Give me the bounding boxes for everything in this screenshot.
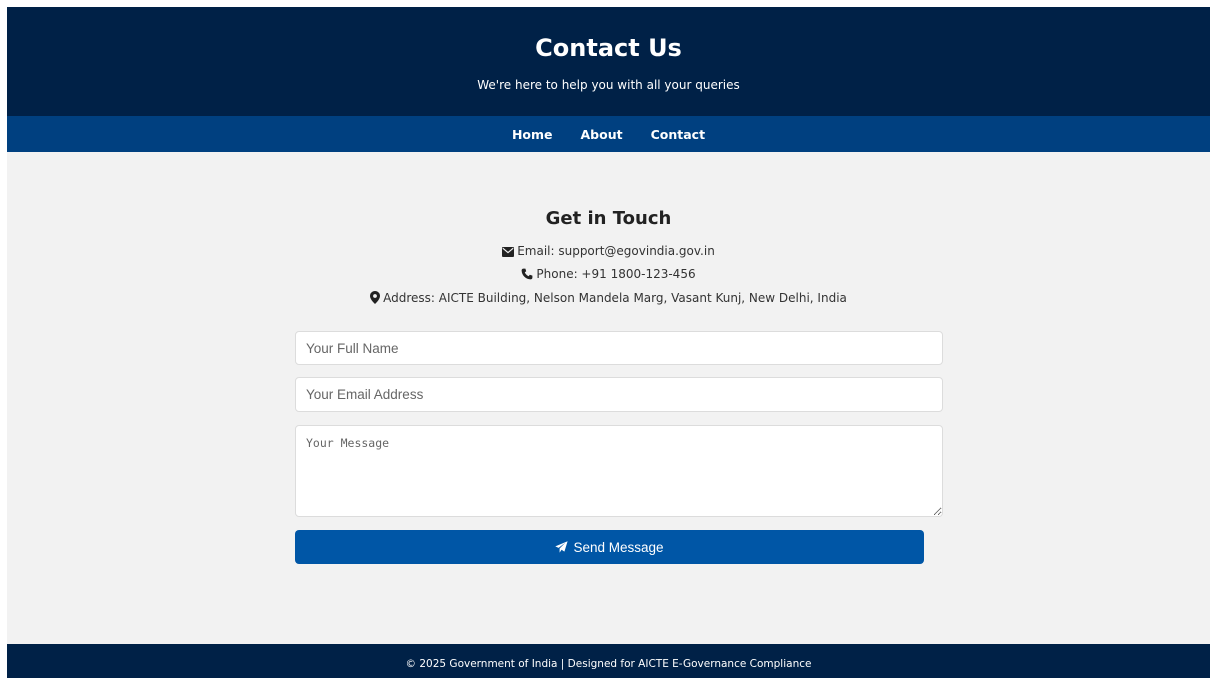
site-footer: © 2025 Government of India | Designed fo… bbox=[7, 644, 1210, 678]
contact-email: Email: support@egovindia.gov.in bbox=[7, 243, 1210, 259]
page-title: Contact Us bbox=[535, 34, 682, 62]
page-subtitle: We're here to help you with all your que… bbox=[477, 78, 740, 92]
envelope-icon bbox=[502, 247, 515, 257]
message-textarea[interactable] bbox=[295, 425, 943, 517]
page: Contact Us We're here to help you with a… bbox=[7, 7, 1210, 678]
contact-section: Get in Touch Email: support@egovindia.go… bbox=[7, 152, 1210, 644]
nav-link-home[interactable]: Home bbox=[512, 127, 553, 142]
contact-email-text: Email: support@egovindia.gov.in bbox=[517, 244, 715, 258]
main-nav: Home About Contact bbox=[7, 116, 1210, 152]
contact-address-text: Address: AICTE Building, Nelson Mandela … bbox=[383, 291, 847, 305]
email-input[interactable] bbox=[295, 377, 943, 412]
contact-address: Address: AICTE Building, Nelson Mandela … bbox=[7, 290, 1210, 306]
site-header: Contact Us We're here to help you with a… bbox=[7, 7, 1210, 116]
phone-icon bbox=[522, 268, 533, 280]
section-heading: Get in Touch bbox=[545, 208, 672, 229]
footer-copyright: © 2025 Government of India | Designed fo… bbox=[405, 658, 812, 670]
paper-plane-icon bbox=[555, 541, 569, 553]
contact-phone-text: Phone: +91 1800-123-456 bbox=[536, 267, 696, 281]
map-marker-icon bbox=[370, 291, 381, 304]
nav-link-contact[interactable]: Contact bbox=[651, 127, 705, 142]
send-message-label: Send Message bbox=[573, 539, 664, 555]
full-name-input[interactable] bbox=[295, 331, 943, 365]
nav-link-about[interactable]: About bbox=[581, 127, 623, 142]
contact-phone: Phone: +91 1800-123-456 bbox=[7, 266, 1210, 282]
send-message-button[interactable]: Send Message bbox=[295, 530, 924, 564]
